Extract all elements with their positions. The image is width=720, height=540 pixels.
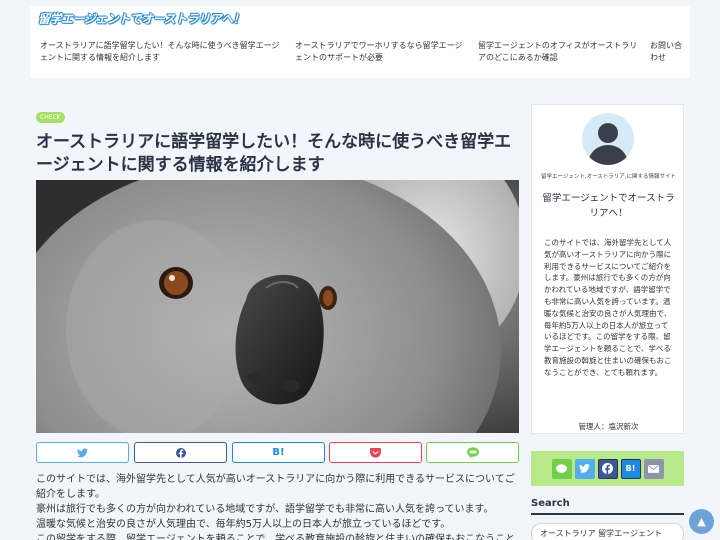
profile-subtitle: 留学エージェント,オーストラリア,に関する情報サイト bbox=[540, 174, 677, 180]
article-header: CHECK オーストラリアに語学留学したい！そんな時に使うべき留学エージェントに… bbox=[36, 104, 520, 177]
twitter-icon bbox=[77, 447, 88, 457]
follow-buttons: B! bbox=[531, 451, 684, 486]
search-divider bbox=[531, 513, 684, 515]
share-hatena-button[interactable]: B! bbox=[232, 442, 325, 463]
back-to-top-button[interactable]: ▲ bbox=[689, 509, 714, 534]
category-badge[interactable]: CHECK bbox=[36, 112, 65, 123]
user-silhouette-icon bbox=[588, 123, 628, 165]
article-paragraph: このサイトでは、海外留学先として人気が高いオーストラリアに向かう際に利用できるサ… bbox=[36, 474, 515, 500]
profile-widget: 留学エージェント,オーストラリア,に関する情報サイト 留学エージェントでオースト… bbox=[531, 104, 684, 434]
hero-image-koala bbox=[36, 180, 519, 433]
article-paragraph: 豪州は旅行でも多くの方が向かわれている地域ですが、語学留学でも非常に高い人気を誇… bbox=[36, 504, 494, 515]
search-heading: Search bbox=[531, 498, 570, 509]
follow-hatena-button[interactable]: B! bbox=[620, 458, 641, 479]
nav-link-working-holiday[interactable]: オーストラリアでワーホリするなら留学エージェントのサポートが必要 bbox=[295, 40, 470, 64]
article-title: オーストラリアに語学留学したい！そんな時に使うべき留学エージェントに関する情報を… bbox=[36, 132, 512, 175]
share-pocket-button[interactable] bbox=[329, 442, 422, 463]
share-facebook-button[interactable] bbox=[134, 442, 227, 463]
article-body: このサイトでは、海外留学先として人気が高いオーストラリアに向かう際に利用できるサ… bbox=[36, 472, 520, 540]
article-paragraph: 温暖な気候と治安の良さが人気理由で、毎年約5万人以上の日本人が旅立っているほどで… bbox=[36, 519, 451, 530]
follow-facebook-button[interactable] bbox=[597, 458, 618, 479]
profile-admin: 管理人：塩沢新次 bbox=[578, 422, 639, 431]
line-icon bbox=[556, 463, 567, 473]
site-header: 留学エージェントでオーストラリアへ！ オーストラリアに語学留学したい！そんな時に… bbox=[30, 6, 690, 78]
site-logo[interactable]: 留学エージェントでオーストラリアへ！ bbox=[38, 10, 245, 27]
article-paragraph: この留学をする際、留学エージェントを頼ることで、学べる教育施設の斡旋と住まいの確… bbox=[36, 534, 516, 540]
pocket-icon bbox=[370, 447, 381, 458]
line-icon bbox=[466, 447, 479, 458]
search-input[interactable]: オーストラリア 留学エージェント bbox=[531, 523, 684, 540]
arrow-up-icon: ▲ bbox=[697, 515, 706, 528]
profile-description: このサイトでは、海外留学先として人気が高いオーストラリアに向かう際に利用できるサ… bbox=[544, 238, 672, 377]
mail-icon bbox=[648, 464, 659, 473]
twitter-icon bbox=[579, 464, 590, 473]
nav-link-office-location[interactable]: 留学エージェントのオフィスがオーストラリアのどこにあるか確認 bbox=[478, 40, 643, 64]
follow-line-button[interactable] bbox=[551, 458, 572, 479]
profile-name: 留学エージェントでオーストラリアへ！ bbox=[542, 193, 675, 219]
share-twitter-button[interactable] bbox=[36, 442, 129, 463]
share-line-button[interactable] bbox=[426, 442, 519, 463]
facebook-icon bbox=[602, 463, 613, 474]
nav-link-contact[interactable]: お問い合わせ bbox=[650, 40, 684, 64]
avatar bbox=[582, 113, 634, 165]
facebook-icon bbox=[175, 447, 186, 458]
follow-mail-button[interactable] bbox=[643, 458, 664, 479]
follow-twitter-button[interactable] bbox=[574, 458, 595, 479]
nav-link-language-study[interactable]: オーストラリアに語学留学したい！そんな時に使うべき留学エージェントに関する情報を… bbox=[40, 40, 285, 64]
koala-illustration bbox=[36, 180, 519, 433]
